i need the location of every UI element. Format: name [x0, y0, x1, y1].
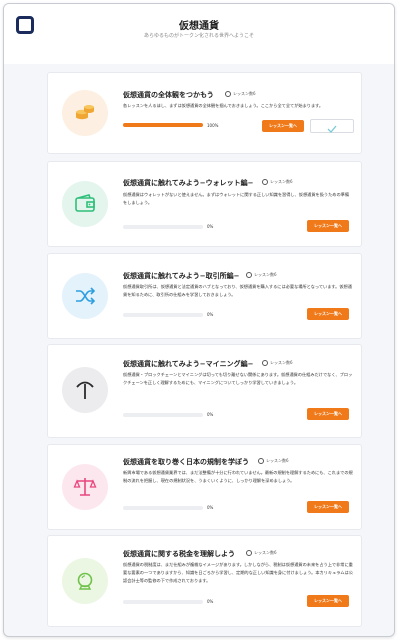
progress-bar	[123, 600, 203, 604]
coins-icon	[62, 90, 108, 136]
progress-percent: 0%	[207, 505, 214, 510]
lesson-count-badge: レッスン数6	[225, 91, 256, 97]
check-icon	[327, 125, 337, 133]
progress-bar	[123, 123, 203, 127]
page-title: 仮想通貨	[179, 21, 219, 32]
lesson-count-badge: レッスン数6	[258, 458, 289, 464]
course-title: 仮想通貨を取り巻く日本の規制を学ぼう	[123, 458, 249, 466]
lesson-count-badge: レッスン数6	[246, 550, 277, 556]
lesson-count-label: レッスン数6	[266, 458, 289, 463]
lesson-list-button[interactable]: レッスン一覧へ	[307, 595, 349, 607]
lesson-list-button[interactable]: レッスン一覧へ	[307, 220, 349, 232]
course-title: 仮想通貨に関する税金を理解しよう	[123, 550, 235, 558]
course-description: 各レッスンを人るほし、まずは仮想通貨の全体観を掴んでおきましょう。ここから全て全…	[123, 103, 324, 108]
progress-bar	[123, 506, 203, 510]
course-title: 仮想通貨に触れてみよう−ウォレット編−	[123, 179, 254, 187]
pickaxe-icon	[62, 367, 108, 413]
course-description: 新興市場である仮想通貨業界では、まだ法整備が十分に行われていません。最新の規制を…	[123, 470, 353, 483]
course-description: 仮想通貨はウォレットがないと使えません。まずはウォレットに関する正しい知識を習得…	[123, 192, 350, 205]
lesson-count-icon	[246, 550, 252, 556]
course-title: 仮想通貨に触れてみよう−取引所編−	[123, 272, 240, 280]
progress-bar	[123, 225, 203, 229]
lesson-list-button[interactable]: レッスン一覧へ	[307, 308, 349, 320]
progress-bar	[123, 313, 203, 317]
course-title: 仮想通貨の全体観をつかもう	[123, 91, 214, 99]
lesson-count-label: レッスン数6	[233, 91, 256, 96]
lesson-count-icon	[262, 360, 268, 366]
course-card: 仮想通貨に触れてみよう−マイニング編− レッスン数6 仮想通貨・ブロックチェーン…	[47, 344, 362, 438]
lesson-count-icon	[262, 179, 268, 185]
lesson-list-button[interactable]: レッスン一覧へ	[307, 408, 349, 420]
course-card: 仮想通貨の全体観をつかもう レッスン数6 各レッスンを人るほし、まずは仮想通貨の…	[47, 72, 362, 154]
course-description: 仮想通貨の税制度は、まだ仕組みが複雑なイメージがあります。しかしながら、税制は仮…	[123, 562, 353, 583]
progress-percent: 0%	[207, 312, 214, 317]
app-window: 仮想通貨 あらゆるものがトークン化される世界へようこそ 仮想通貨の全体観をつかも…	[3, 3, 395, 637]
lesson-count-icon	[225, 91, 231, 97]
shuffle-icon	[62, 273, 108, 319]
progress-percent: 0%	[207, 412, 214, 417]
lesson-count-label: レッスン数6	[270, 179, 293, 184]
progress-percent: 100%	[207, 123, 219, 128]
lesson-count-icon	[258, 458, 264, 464]
course-card: 仮想通貨を取り巻く日本の規制を学ぼう レッスン数6 新興市場である仮想通貨業界で…	[47, 444, 362, 530]
completed-button[interactable]	[310, 119, 354, 133]
course-description: 仮想通貨・ブロックチェーンとマイニングは切っても切り離せない関係にあります。仮想…	[123, 372, 353, 385]
lesson-count-badge: レッスン数6	[246, 272, 277, 278]
course-title: 仮想通貨に触れてみよう−マイニング編−	[123, 360, 254, 368]
lesson-count-badge: レッスン数6	[262, 360, 293, 366]
lesson-count-icon	[246, 272, 252, 278]
course-card: 仮想通貨に関する税金を理解しよう レッスン数6 仮想通貨の税制度は、まだ仕組みが…	[47, 535, 362, 627]
course-card: 仮想通貨に触れてみよう−ウォレット編− レッスン数6 仮想通貨はウォレットがない…	[47, 161, 362, 247]
progress-bar	[123, 413, 203, 417]
crystal-ball-icon	[62, 558, 108, 604]
lesson-list-button[interactable]: レッスン一覧へ	[262, 120, 304, 132]
progress-percent: 0%	[207, 224, 214, 229]
lesson-count-label: レッスン数6	[254, 272, 277, 277]
course-description: 仮想通貨取引所は、仮想通貨と法定通貨のハブとなっており、仮想通貨を購入するには必…	[123, 284, 352, 297]
lesson-count-badge: レッスン数6	[262, 179, 293, 185]
progress-percent: 0%	[207, 599, 214, 604]
course-card: 仮想通貨に触れてみよう−取引所編− レッスン数6 仮想通貨取引所は、仮想通貨と法…	[47, 253, 362, 339]
lesson-count-label: レッスン数6	[270, 360, 293, 365]
lesson-count-label: レッスン数6	[254, 550, 277, 555]
scale-icon	[62, 464, 108, 510]
page-header: 仮想通貨 あらゆるものがトークン化される世界へようこそ	[4, 4, 394, 64]
wallet-icon	[62, 181, 108, 227]
lesson-list-button[interactable]: レッスン一覧へ	[307, 501, 349, 513]
page-subtitle: あらゆるものがトークン化される世界へようこそ	[143, 33, 254, 39]
